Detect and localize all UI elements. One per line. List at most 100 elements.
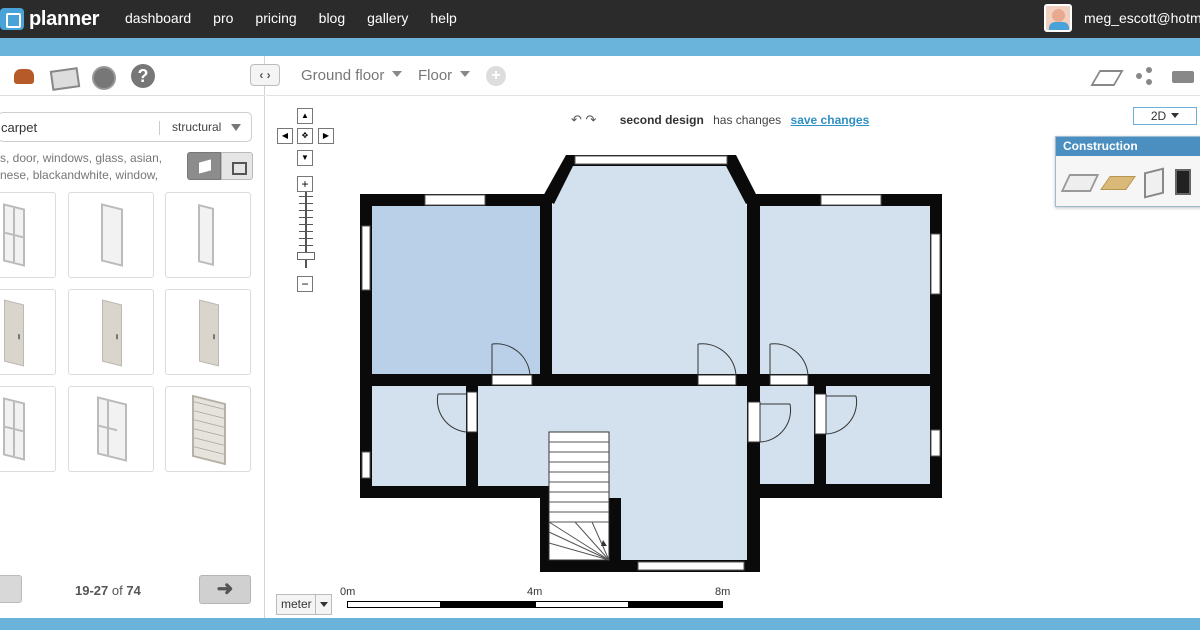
add-floor-button[interactable]: + xyxy=(486,66,506,86)
previous-page-button[interactable] xyxy=(0,575,22,603)
balcony-door-item-icon xyxy=(3,397,25,461)
floor-type-select[interactable]: Floor xyxy=(418,67,471,84)
pan-right-button[interactable]: ▶ xyxy=(318,128,334,144)
pan-center-button[interactable]: ✥ xyxy=(297,128,313,144)
doors xyxy=(436,343,858,443)
library-item[interactable] xyxy=(68,386,154,472)
draw-room-icon[interactable] xyxy=(1062,169,1094,195)
zoom-in-button[interactable]: + xyxy=(297,176,313,192)
windows xyxy=(361,155,941,571)
collapse-panel-button[interactable]: ‹ › xyxy=(250,64,280,86)
scale-label-8: 8m xyxy=(715,586,731,598)
help-icon[interactable] xyxy=(130,64,156,88)
undo-redo-icons[interactable]: ↶ ↷ xyxy=(571,112,596,127)
walls xyxy=(360,155,942,572)
scale-bar-segment xyxy=(535,601,629,608)
photos-icon[interactable] xyxy=(50,64,76,88)
library-item[interactable] xyxy=(0,386,56,472)
library-search[interactable]: carpet structural xyxy=(0,112,252,142)
pan-left-button[interactable]: ◀ xyxy=(277,128,293,144)
pager-of: of xyxy=(111,583,123,598)
logo-icon xyxy=(0,8,24,30)
room-hall[interactable] xyxy=(478,386,747,560)
username[interactable]: meg_escott@hotm xyxy=(1084,10,1200,26)
floor-type-label: Floor xyxy=(418,67,453,84)
construction-palette: Construction xyxy=(1055,136,1200,207)
pager-range: 19-27 xyxy=(75,583,109,598)
print-icon[interactable] xyxy=(1170,65,1196,89)
draw-surface-icon[interactable] xyxy=(1100,169,1134,195)
library-panel: carpet structural s, door, windows, glas… xyxy=(0,56,265,618)
library-tools xyxy=(0,56,265,96)
next-page-button[interactable]: ➜ xyxy=(199,575,251,604)
chevron-down-icon xyxy=(392,71,403,77)
share-3d-icon[interactable] xyxy=(1093,65,1119,87)
logo-text: planner xyxy=(29,7,100,30)
nav-link-help[interactable]: help xyxy=(430,10,456,26)
category-select[interactable]: structural xyxy=(172,120,221,134)
zoom-slider-thumb[interactable] xyxy=(297,252,315,260)
logo[interactable]: planner xyxy=(0,6,99,32)
save-changes-link[interactable]: save changes xyxy=(791,113,870,127)
staircase xyxy=(548,431,610,561)
door-tool-icon[interactable] xyxy=(1172,169,1192,195)
french-door-item-icon xyxy=(192,394,226,466)
furniture-icon[interactable] xyxy=(12,64,38,88)
tag-list[interactable]: s, door, windows, glass, asian, nese, bl… xyxy=(0,150,185,184)
pan-up-button[interactable]: ▲ xyxy=(297,108,313,124)
globe-icon[interactable] xyxy=(90,64,116,90)
room-top-right[interactable] xyxy=(760,206,930,374)
pager-total: 74 xyxy=(126,583,141,598)
draw-wall-icon[interactable] xyxy=(1140,169,1166,195)
library-item[interactable] xyxy=(165,386,251,472)
scale-bar-segment xyxy=(629,601,723,608)
nav-links: dashboard pro pricing blog gallery help xyxy=(125,10,457,26)
chevron-down-icon xyxy=(460,71,471,77)
scale-bar-segment xyxy=(441,601,535,608)
floor-select-label: Ground floor xyxy=(301,67,385,84)
room-top-left[interactable] xyxy=(372,206,540,374)
library-item[interactable] xyxy=(68,192,154,278)
room-bottom-right[interactable] xyxy=(826,386,930,484)
nav-link-gallery[interactable]: gallery xyxy=(367,10,408,26)
library-item[interactable] xyxy=(0,192,56,278)
library-item[interactable] xyxy=(165,289,251,375)
user-menu[interactable]: meg_escott@hotm xyxy=(1044,4,1200,32)
search-input[interactable]: carpet xyxy=(1,120,37,135)
view-mode-select[interactable]: 2D xyxy=(1133,107,1197,125)
nav-link-dashboard[interactable]: dashboard xyxy=(125,10,191,26)
footer-accent-bar xyxy=(0,618,1200,630)
unit-label: meter xyxy=(281,597,312,611)
view-3d-toggle[interactable] xyxy=(187,152,221,180)
design-status: ↶ ↷ second design has changes save chang… xyxy=(571,112,869,128)
chevron-down-icon[interactable] xyxy=(231,124,241,131)
unit-select[interactable]: meter xyxy=(276,594,332,615)
library-item[interactable] xyxy=(165,192,251,278)
window-item-icon xyxy=(3,203,25,267)
search-divider xyxy=(159,121,160,135)
scale-label-0: 0m xyxy=(340,586,356,598)
double-door-item-icon xyxy=(97,396,127,462)
nav-link-blog[interactable]: blog xyxy=(319,10,345,26)
library-item[interactable] xyxy=(68,289,154,375)
nav-link-pro[interactable]: pro xyxy=(213,10,233,26)
view-2d-toggle[interactable] xyxy=(221,152,253,180)
room-bottom-center-right[interactable] xyxy=(760,386,814,484)
room-bottom-left[interactable] xyxy=(372,386,466,486)
scale-bar-segment xyxy=(347,601,441,608)
door-item-icon xyxy=(199,299,219,367)
floor-select[interactable]: Ground floor xyxy=(301,67,403,84)
nav-link-pricing[interactable]: pricing xyxy=(255,10,296,26)
construction-title: Construction xyxy=(1056,137,1200,156)
zoom-out-button[interactable]: − xyxy=(297,276,313,292)
chevron-down-icon[interactable] xyxy=(315,595,331,614)
room-top-center[interactable] xyxy=(552,162,747,374)
avatar[interactable] xyxy=(1044,4,1072,32)
pan-down-button[interactable]: ▼ xyxy=(297,150,313,166)
scale-label-4: 4m xyxy=(527,586,543,598)
top-nav: planner dashboard pro pricing blog galle… xyxy=(0,0,1200,38)
pager-info: 19-27 of 74 xyxy=(75,583,141,598)
canvas-toolbar: ‹ › Ground floor Floor + xyxy=(250,56,1200,96)
share-icon[interactable] xyxy=(1132,65,1158,87)
library-item[interactable] xyxy=(0,289,56,375)
